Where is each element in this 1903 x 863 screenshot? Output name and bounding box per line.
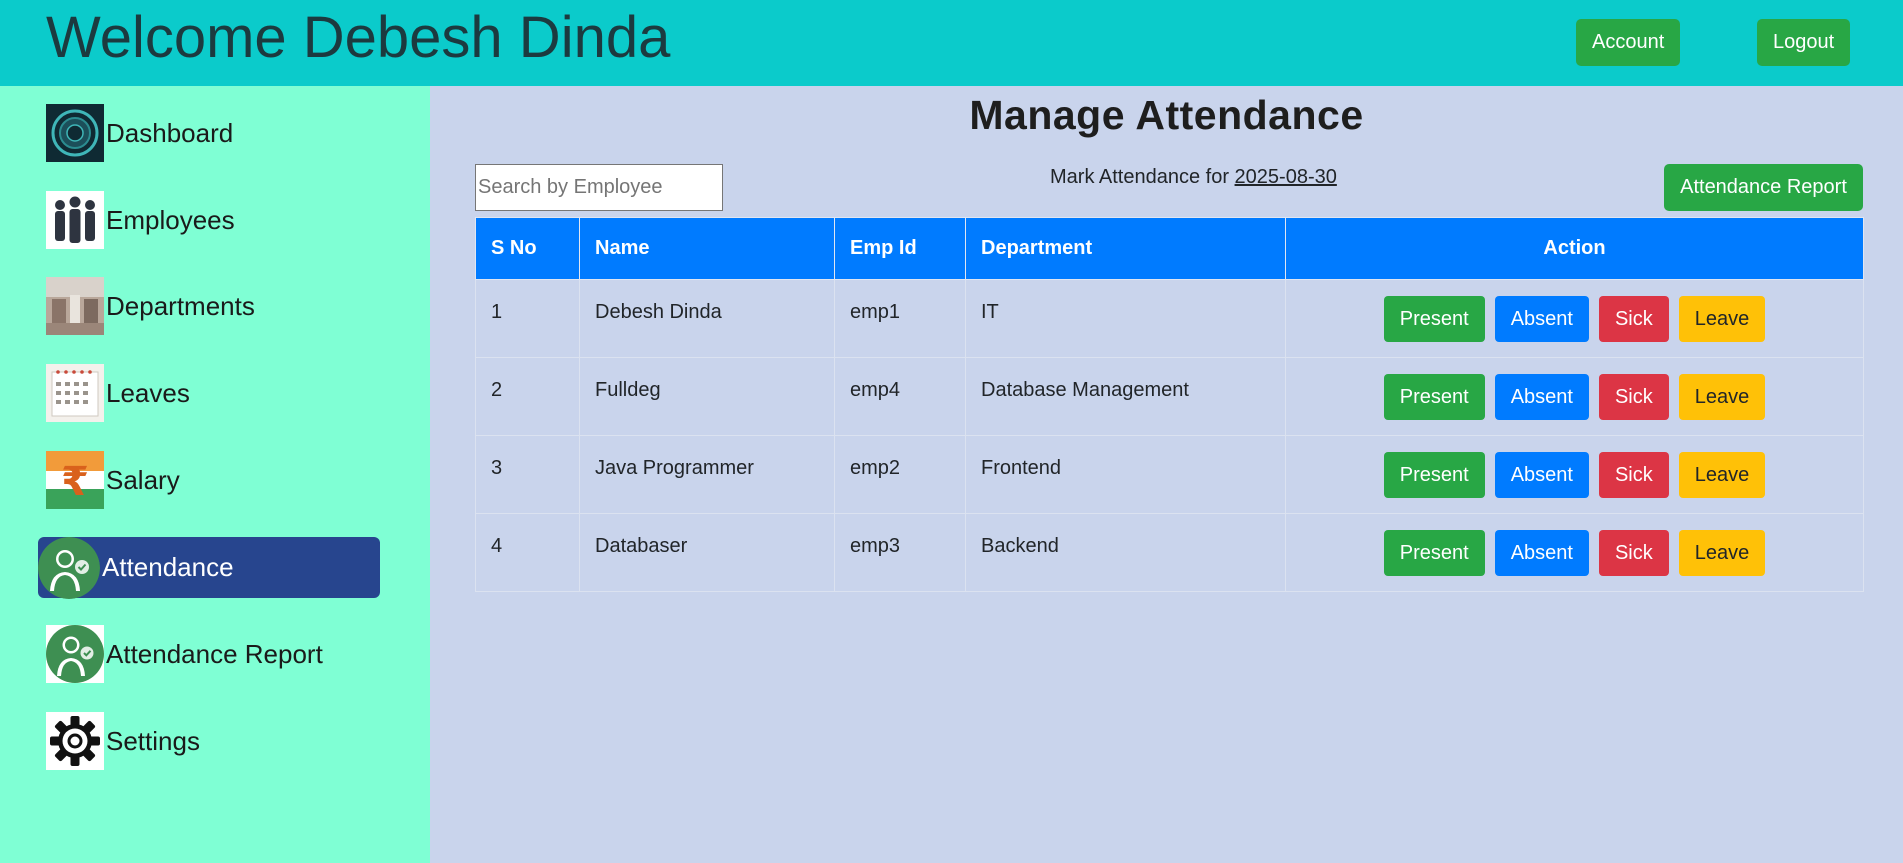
cell-actions: Present Absent Sick Leave (1285, 513, 1864, 592)
cell-department: IT (965, 279, 1286, 358)
top-header: Welcome Debesh Dinda Account Logout (0, 0, 1903, 86)
present-button[interactable]: Present (1383, 530, 1485, 576)
cell-emp-id: emp2 (834, 435, 966, 514)
cell-department: Database Management (965, 357, 1286, 436)
leave-button[interactable]: Leave (1678, 530, 1766, 576)
sidebar-item-label: Attendance Report (106, 638, 323, 669)
sidebar-item-label: Employees (106, 204, 235, 235)
cell-actions: Present Absent Sick Leave (1285, 357, 1864, 436)
column-header-emp-id: Emp Id (834, 217, 966, 280)
calendar-icon (46, 364, 104, 422)
column-header-sno: S No (475, 217, 580, 280)
table-row: 2 Fulldeg emp4 Database Management Prese… (475, 357, 1864, 436)
gear-icon (46, 712, 104, 770)
svg-text:₹: ₹ (61, 459, 89, 505)
cell-sno: 3 (475, 435, 580, 514)
sidebar-item-settings[interactable]: Settings (46, 712, 200, 770)
cell-name: Databaser (579, 513, 835, 592)
cell-sno: 4 (475, 513, 580, 592)
sidebar-item-label: Attendance (102, 552, 234, 582)
cell-name: Java Programmer (579, 435, 835, 514)
main-content: Manage Attendance Mark Attendance for 20… (430, 86, 1903, 863)
table-header-row: S No Name Emp Id Department Action (475, 217, 1864, 280)
cell-actions: Present Absent Sick Leave (1285, 435, 1864, 514)
table-row: 1 Debesh Dinda emp1 IT Present Absent Sick… (475, 279, 1864, 358)
cell-emp-id: emp4 (834, 357, 966, 436)
cell-department: Frontend (965, 435, 1286, 514)
cell-sno: 1 (475, 279, 580, 358)
sidebar-item-employees[interactable]: Employees (46, 191, 235, 249)
absent-button[interactable]: Absent (1494, 296, 1589, 342)
search-input[interactable] (475, 164, 723, 211)
column-header-name: Name (579, 217, 835, 280)
attendance-icon (38, 536, 100, 599)
sidebar-item-dashboard[interactable]: Dashboard (46, 104, 233, 162)
sidebar-item-label: Settings (106, 725, 200, 756)
cell-name: Debesh Dinda (579, 279, 835, 358)
dashboard-icon (46, 104, 104, 162)
present-button[interactable]: Present (1383, 374, 1485, 420)
sidebar-item-departments[interactable]: Departments (46, 277, 255, 335)
sidebar-item-salary[interactable]: ₹ Salary (46, 451, 180, 509)
leave-button[interactable]: Leave (1678, 296, 1766, 342)
absent-button[interactable]: Absent (1494, 452, 1589, 498)
table-row: 3 Java Programmer emp2 Frontend Present A… (475, 435, 1864, 514)
present-button[interactable]: Present (1383, 296, 1485, 342)
sidebar-item-label: Leaves (106, 377, 190, 408)
present-button[interactable]: Present (1383, 452, 1485, 498)
attendance-date: 2025-08-30 (1234, 166, 1337, 188)
employees-icon (46, 191, 104, 249)
column-header-department: Department (965, 217, 1286, 280)
welcome-title: Welcome Debesh Dinda (46, 5, 671, 70)
page-title: Manage Attendance (969, 92, 1364, 138)
column-header-action: Action (1285, 217, 1864, 280)
cell-actions: Present Absent Sick Leave (1285, 279, 1864, 358)
attendance-report-button[interactable]: Attendance Report (1664, 164, 1863, 211)
departments-icon (46, 277, 104, 335)
sidebar-item-leaves[interactable]: Leaves (46, 364, 190, 422)
attendance-report-icon (46, 625, 104, 683)
sick-button[interactable]: Sick (1598, 374, 1669, 420)
sidebar-item-label: Departments (106, 290, 255, 321)
absent-button[interactable]: Absent (1494, 530, 1589, 576)
sick-button[interactable]: Sick (1598, 452, 1669, 498)
mark-attendance-text: Mark Attendance for 2025-08-30 (1050, 166, 1337, 189)
sick-button[interactable]: Sick (1598, 530, 1669, 576)
sidebar: Dashboard Employees Departments Leaves ₹… (0, 86, 430, 863)
rupee-icon: ₹ (46, 451, 104, 509)
sidebar-item-attendance[interactable]: Attendance (38, 536, 380, 599)
leave-button[interactable]: Leave (1678, 452, 1766, 498)
mark-attendance-label: Mark Attendance for (1050, 166, 1229, 188)
sidebar-item-attendance-report[interactable]: Attendance Report (46, 625, 323, 683)
account-button[interactable]: Account (1576, 19, 1680, 66)
cell-sno: 2 (475, 357, 580, 436)
cell-name: Fulldeg (579, 357, 835, 436)
leave-button[interactable]: Leave (1678, 374, 1766, 420)
absent-button[interactable]: Absent (1494, 374, 1589, 420)
logout-button[interactable]: Logout (1757, 19, 1850, 66)
sick-button[interactable]: Sick (1598, 296, 1669, 342)
cell-emp-id: emp3 (834, 513, 966, 592)
table-row: 4 Databaser emp3 Backend Present Absent Si… (475, 513, 1864, 592)
cell-emp-id: emp1 (834, 279, 966, 358)
cell-department: Backend (965, 513, 1286, 592)
sidebar-item-label: Dashboard (106, 117, 234, 148)
attendance-table: S No Name Emp Id Department Action 1 Deb… (475, 217, 1864, 592)
sidebar-item-label: Salary (106, 464, 180, 495)
